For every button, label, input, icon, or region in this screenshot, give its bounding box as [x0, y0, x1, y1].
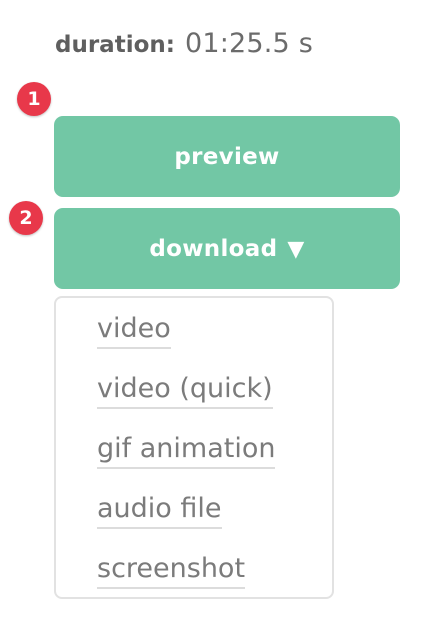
menu-item-audio-file[interactable]: audio file: [97, 492, 222, 529]
menu-item-video-quick[interactable]: video (quick): [97, 372, 273, 409]
duration-row: duration: 01:25.5 s: [55, 28, 313, 64]
duration-label: duration:: [55, 32, 175, 58]
menu-item-screenshot[interactable]: screenshot: [97, 552, 246, 589]
menu-item-gif-animation[interactable]: gif animation: [97, 432, 276, 469]
download-button-label: download: [149, 235, 278, 262]
preview-button-label: preview: [174, 143, 280, 170]
triangle-down-icon: ▼: [287, 237, 305, 262]
duration-value: 01:25.5 s: [184, 28, 313, 59]
step-badge-2: 2: [9, 201, 43, 235]
download-menu: video video (quick) gif animation audio …: [54, 296, 334, 599]
preview-button[interactable]: preview: [54, 116, 400, 197]
download-button[interactable]: download ▼: [54, 208, 400, 289]
step-badge-1: 1: [17, 82, 51, 116]
menu-item-video[interactable]: video: [97, 312, 171, 349]
